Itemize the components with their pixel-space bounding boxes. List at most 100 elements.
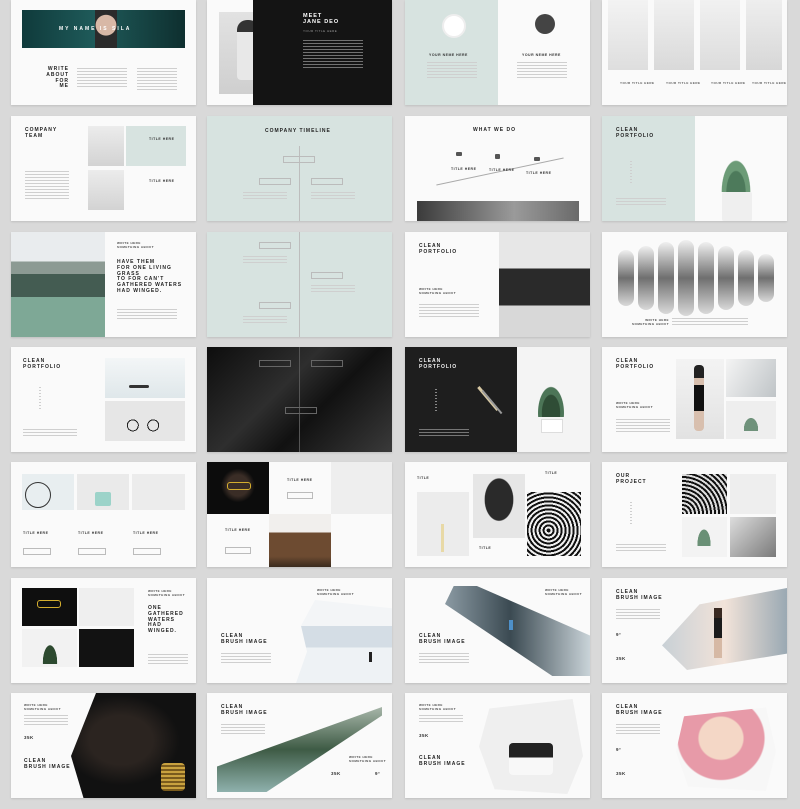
forest-strip-3: [658, 242, 674, 314]
slide-21[interactable]: WRITE HERE SOMETHING ABOUT ONE GATHERED …: [11, 578, 196, 683]
slide-28[interactable]: CLEAN BRUSH IMAGE 9° 35K: [602, 693, 787, 798]
read-more-button-2[interactable]: [78, 548, 106, 555]
slide-26[interactable]: CLEAN BRUSH IMAGE WRITE HERE SOMETHING A…: [207, 693, 392, 798]
bio-1: [427, 62, 477, 80]
slide-4[interactable]: YOUR TITLE HERE YOUR TITLE HERE YOUR TIT…: [602, 0, 787, 105]
banner-title: MY NAME IS SILA: [59, 26, 132, 32]
slide-24[interactable]: CLEAN BRUSH IMAGE 9° 35K: [602, 578, 787, 683]
forest-strip-5: [698, 242, 714, 314]
slide-25[interactable]: WRITE HERE SOMETHING ABOUT 35K CLEAN BRU…: [11, 693, 196, 798]
slide-23[interactable]: WRITE HERE SOMETHING ABOUT CLEAN BRUSH I…: [405, 578, 590, 683]
timeline-item-2[interactable]: [311, 272, 343, 279]
gold-glasses: [227, 482, 251, 490]
kicker: WRITE HERE SOMETHING ABOUT: [349, 755, 387, 763]
body-text: [616, 198, 666, 206]
forest-strip-2: [638, 246, 654, 310]
slide-17[interactable]: TITLE HERE TITLE HERE TITLE HERE: [11, 462, 196, 567]
building-photo: [417, 201, 579, 221]
member-photo-1: [88, 126, 124, 166]
slide-2[interactable]: MEET JANE DEO YOUR TITLE HERE: [207, 0, 392, 105]
palm-photo: [730, 517, 776, 557]
timeline-item-2[interactable]: [259, 178, 291, 185]
slide-22[interactable]: WRITE HERE SOMETHING ABOUT CLEAN BRUSH I…: [207, 578, 392, 683]
gold-glasses: [37, 600, 61, 608]
timeline-item-3[interactable]: [285, 407, 317, 414]
slide-14[interactable]: [207, 347, 392, 452]
slide-1[interactable]: MY NAME IS SILA WRITE ABOUT FOR ME: [11, 0, 196, 105]
sneakers: [509, 743, 553, 775]
timeline-item-2[interactable]: [311, 360, 343, 367]
feather-photo: [730, 474, 776, 514]
slide-19[interactable]: TITLE TITLE TITLE: [405, 462, 590, 567]
member-title-2: TITLE HERE: [149, 179, 175, 183]
body-text: [23, 429, 77, 437]
service-title-2: TITLE HERE: [489, 168, 515, 172]
body-text: [616, 544, 666, 552]
timeline-text-2: [311, 285, 355, 293]
forest-strip-7: [738, 250, 754, 306]
slide-title: CLEAN BRUSH IMAGE: [616, 704, 663, 716]
slide-10[interactable]: [207, 232, 392, 337]
slide-title: WRITE ABOUT FOR ME: [46, 66, 69, 90]
forest-strip-6: [718, 246, 734, 310]
name-2: YOUR NEME HERE: [522, 53, 561, 57]
slide-15[interactable]: CLEAN PORTFOLIO: [405, 347, 590, 452]
slide-18[interactable]: TITLE HERE TITLE HERE: [207, 462, 392, 567]
stat-1: 9°: [616, 747, 622, 752]
timeline-item-1[interactable]: [259, 242, 291, 249]
member-title-1: TITLE HERE: [149, 137, 175, 141]
slide-7[interactable]: WHAT WE DO TITLE HERE TITLE HERE TITLE H…: [405, 116, 590, 221]
slide-5[interactable]: COMPANY TEAM TITLE HERE TITLE HERE: [11, 116, 196, 221]
read-more-button-1[interactable]: [287, 492, 313, 499]
member-photo-2: [88, 170, 124, 210]
body-text: [616, 419, 670, 433]
vertical-caption: [39, 387, 41, 409]
service-title-1: TITLE HERE: [451, 167, 477, 171]
portrait-photo: [79, 629, 134, 667]
boat: [129, 385, 149, 388]
brush-snow-image: [295, 600, 392, 683]
slide-12[interactable]: WRITE HERE SOMETHING ABOUT: [602, 232, 787, 337]
slide-title: CLEAN BRUSH IMAGE: [419, 755, 466, 767]
vertical-caption: [630, 161, 632, 185]
kicker: WRITE HERE SOMETHING ABOUT: [419, 703, 457, 711]
woman-figure: [714, 608, 722, 658]
card-title-2: TITLE HERE: [225, 528, 251, 532]
timeline-item-1[interactable]: [283, 156, 315, 163]
slide-9[interactable]: WRITE HERE SOMETHING ABOUT HAVE THEM FOR…: [11, 232, 196, 337]
timeline-item-1[interactable]: [259, 360, 291, 367]
kicker: WRITE HERE SOMETHING ABOUT: [117, 241, 155, 249]
body-text: [221, 653, 271, 665]
slide-16[interactable]: CLEAN PORTFOLIO WRITE HERE SOMETHING ABO…: [602, 347, 787, 452]
slide-20[interactable]: OUR PROJECT: [602, 462, 787, 567]
slide-8[interactable]: CLEAN PORTFOLIO: [602, 116, 787, 221]
slide-27[interactable]: WRITE HERE SOMETHING ABOUT 35K CLEAN BRU…: [405, 693, 590, 798]
read-more-button-2[interactable]: [225, 547, 251, 554]
card-title-2: TITLE HERE: [78, 531, 104, 535]
plant-pot: [722, 192, 752, 221]
slide-title: CLEAN BRUSH IMAGE: [221, 633, 268, 645]
plant-leaves: [39, 636, 61, 664]
bicycle: [126, 410, 160, 432]
timeline-item-3[interactable]: [259, 302, 291, 309]
read-more-button-3[interactable]: [133, 548, 161, 555]
service-icon-2: [495, 154, 500, 159]
read-more-button-1[interactable]: [23, 548, 51, 555]
timeline-item-3[interactable]: [311, 178, 343, 185]
slide-title: CLEAN PORTFOLIO: [419, 243, 458, 255]
slide-3[interactable]: YOUR NEME HERE YOUR NEME HERE: [405, 0, 590, 105]
slide-13[interactable]: CLEAN PORTFOLIO: [11, 347, 196, 452]
body-text: [303, 40, 363, 70]
plant-pot: [541, 419, 563, 433]
slide-title: COMPANY TIMELINE: [265, 128, 331, 134]
avatar-2: [535, 14, 555, 34]
stat: 35K: [24, 735, 34, 740]
slide-6[interactable]: COMPANY TIMELINE: [207, 116, 392, 221]
kicker: WRITE HERE SOMETHING ABOUT: [419, 287, 457, 295]
model-photo-1: [608, 0, 648, 70]
forest-strip-4: [678, 240, 694, 316]
sculpture-photo: [473, 474, 525, 538]
dancer-figure: [694, 365, 704, 431]
kicker: WRITE HERE SOMETHING ABOUT: [616, 401, 654, 409]
slide-11[interactable]: CLEAN PORTFOLIO WRITE HERE SOMETHING ABO…: [405, 232, 590, 337]
